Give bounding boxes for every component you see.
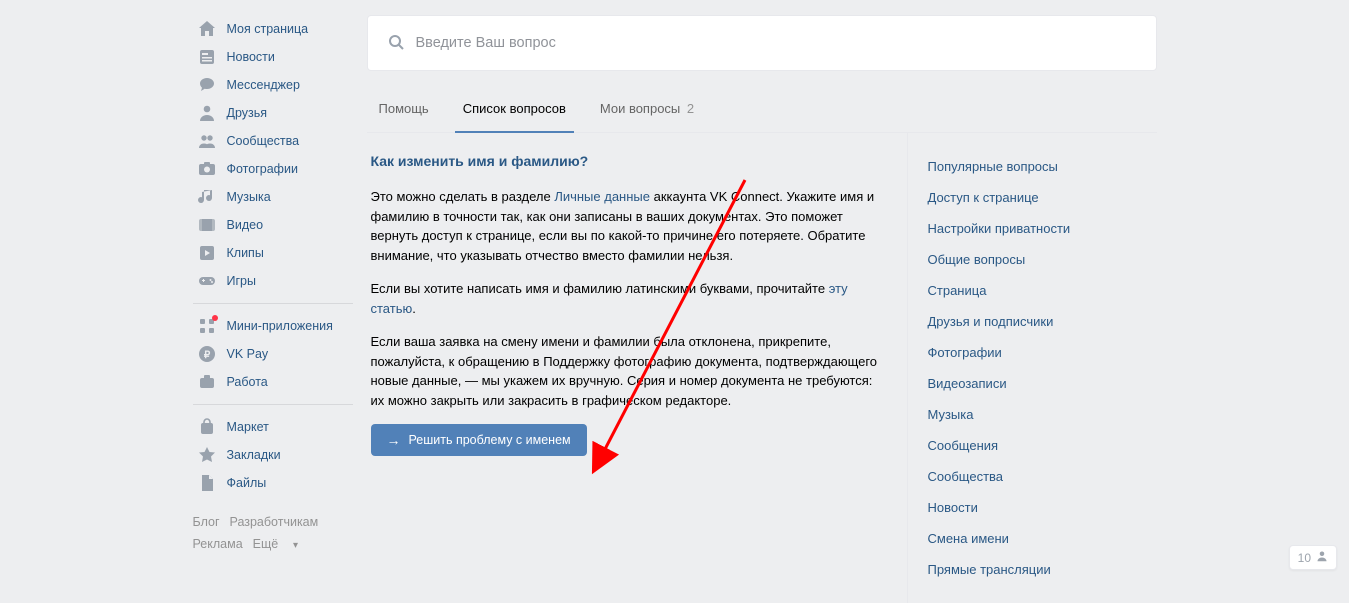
main-row: Как изменить имя и фамилию? Это можно сд…: [367, 133, 1157, 603]
notification-count: 10: [1298, 551, 1311, 565]
chevron-down-icon: ▾: [290, 540, 298, 551]
files-icon: [197, 473, 217, 493]
sidebar-item-chat[interactable]: Мессенджер: [193, 71, 353, 99]
category-link[interactable]: Друзья и подписчики: [928, 306, 1153, 337]
sidebar-item-users[interactable]: Сообщества: [193, 127, 353, 155]
category-link[interactable]: Фотографии: [928, 337, 1153, 368]
tab-help[interactable]: Помощь: [371, 87, 437, 132]
sidebar-item-music[interactable]: Музыка: [193, 183, 353, 211]
category-link[interactable]: Музыка: [928, 399, 1153, 430]
game-icon: [197, 271, 217, 291]
apps-icon: [197, 316, 217, 336]
search-input[interactable]: [416, 35, 1136, 51]
footer-link-blog[interactable]: Блог: [193, 511, 220, 533]
sidebar-item-user[interactable]: Друзья: [193, 99, 353, 127]
work-icon: [197, 372, 217, 392]
sidebar-item-files[interactable]: Файлы: [193, 469, 353, 497]
pay-icon: ₽: [197, 344, 217, 364]
sidebar-separator: [193, 303, 353, 304]
sidebar-item-pay[interactable]: ₽ VK Pay: [193, 340, 353, 368]
tabs: Помощь Список вопросов Мои вопросы 2: [367, 87, 1157, 133]
solve-button-label: Решить проблему с именем: [409, 433, 571, 447]
link-personal-data[interactable]: Личные данные: [554, 189, 650, 204]
sidebar-group-3: Маркет Закладки Файлы: [193, 413, 353, 497]
sidebar-item-video[interactable]: Видео: [193, 211, 353, 239]
category-link[interactable]: Прямые трансляции: [928, 554, 1153, 585]
category-link[interactable]: Доступ к странице: [928, 182, 1153, 213]
sidebar-item-bookmark[interactable]: Закладки: [193, 441, 353, 469]
tab-my-questions[interactable]: Мои вопросы 2: [592, 87, 702, 132]
content-column: Помощь Список вопросов Мои вопросы 2 Как…: [367, 15, 1157, 603]
solve-name-problem-button[interactable]: → Решить проблему с именем: [371, 424, 587, 456]
sidebar-item-label: Игры: [227, 274, 256, 288]
category-link[interactable]: Сообщения: [928, 430, 1153, 461]
sidebar-item-label: Файлы: [227, 476, 267, 490]
sidebar-item-label: Новости: [227, 50, 275, 64]
category-link[interactable]: Настройки приватности: [928, 213, 1153, 244]
sidebar-item-label: Закладки: [227, 448, 281, 462]
sidebar-footer: Блог Разработчикам Реклама Ещё ▾: [193, 511, 353, 557]
category-link[interactable]: Общие вопросы: [928, 244, 1153, 275]
sidebar-item-apps[interactable]: Мини-приложения: [193, 312, 353, 340]
category-link[interactable]: Страница: [928, 275, 1153, 306]
clips-icon: [197, 243, 217, 263]
article: Как изменить имя и фамилию? Это можно сд…: [367, 133, 907, 603]
sidebar-item-camera[interactable]: Фотографии: [193, 155, 353, 183]
sidebar-item-label: Видео: [227, 218, 264, 232]
sidebar-item-clips[interactable]: Клипы: [193, 239, 353, 267]
badge-dot: [212, 315, 218, 321]
footer-link-ads[interactable]: Реклама: [193, 533, 243, 557]
sidebar-item-label: Фотографии: [227, 162, 298, 176]
users-icon: [197, 131, 217, 151]
svg-text:₽: ₽: [203, 350, 210, 361]
article-title: Как изменить имя и фамилию?: [371, 153, 887, 169]
home-icon: [197, 19, 217, 39]
music-icon: [197, 187, 217, 207]
category-link[interactable]: Новости: [928, 492, 1153, 523]
sidebar-item-label: Работа: [227, 375, 268, 389]
category-link[interactable]: Популярные вопросы: [928, 151, 1153, 182]
user-icon: [197, 103, 217, 123]
left-sidebar: Моя страница Новости Мессенджер Друзья Сообщ…: [193, 15, 353, 603]
sidebar-group-2: Мини-приложения ₽ VK Pay Работа: [193, 312, 353, 396]
sidebar-item-label: Друзья: [227, 106, 268, 120]
sidebar-item-game[interactable]: Игры: [193, 267, 353, 295]
sidebar-item-label: Мессенджер: [227, 78, 300, 92]
video-icon: [197, 215, 217, 235]
sidebar-item-market[interactable]: Маркет: [193, 413, 353, 441]
category-link[interactable]: Сообщества: [928, 461, 1153, 492]
person-icon: [1316, 550, 1328, 565]
sidebar-item-label: Маркет: [227, 420, 269, 434]
sidebar-item-news[interactable]: Новости: [193, 43, 353, 71]
arrow-right-icon: →: [387, 432, 401, 448]
sidebar-item-label: Сообщества: [227, 134, 300, 148]
categories-sidebar: Популярные вопросыДоступ к страницеНастр…: [907, 133, 1153, 603]
sidebar-separator: [193, 404, 353, 405]
tab-questions-list[interactable]: Список вопросов: [455, 87, 574, 132]
camera-icon: [197, 159, 217, 179]
sidebar-item-label: Мини-приложения: [227, 319, 333, 333]
search-icon: [388, 34, 404, 53]
category-link[interactable]: Видеозаписи: [928, 368, 1153, 399]
notification-pill[interactable]: 10: [1289, 545, 1337, 570]
news-icon: [197, 47, 217, 67]
sidebar-item-home[interactable]: Моя страница: [193, 15, 353, 43]
sidebar-group-1: Моя страница Новости Мессенджер Друзья Сообщ…: [193, 15, 353, 295]
chat-icon: [197, 75, 217, 95]
sidebar-item-label: Музыка: [227, 190, 271, 204]
category-link[interactable]: Смена имени: [928, 523, 1153, 554]
footer-link-developers[interactable]: Разработчикам: [230, 511, 319, 533]
footer-link-more[interactable]: Ещё ▾: [253, 533, 308, 557]
article-paragraph: Если вы хотите написать имя и фамилию ла…: [371, 279, 887, 318]
market-icon: [197, 417, 217, 437]
sidebar-item-work[interactable]: Работа: [193, 368, 353, 396]
tab-count-badge: 2: [687, 101, 694, 116]
sidebar-item-label: VK Pay: [227, 347, 269, 361]
article-paragraph: Если ваша заявка на смену имени и фамили…: [371, 332, 887, 410]
search-panel: [367, 15, 1157, 71]
bookmark-icon: [197, 445, 217, 465]
sidebar-item-label: Моя страница: [227, 22, 309, 36]
sidebar-item-label: Клипы: [227, 246, 264, 260]
article-paragraph: Это можно сделать в разделе Личные данны…: [371, 187, 887, 265]
